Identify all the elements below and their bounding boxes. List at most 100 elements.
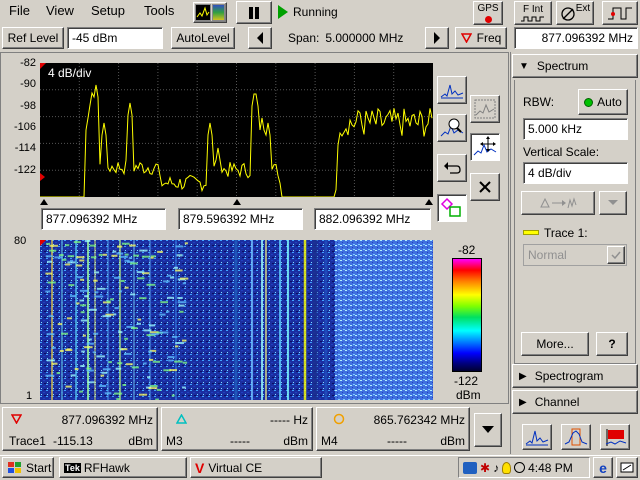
ref-level-input[interactable]: -45 dBm xyxy=(67,27,163,49)
taskbar-app-rfhawk[interactable]: Tek RFHawk xyxy=(59,457,187,478)
external-reference-button[interactable]: Ext xyxy=(556,1,594,25)
colorbar-min: -122 xyxy=(454,374,479,388)
rbw-auto-button[interactable]: Auto xyxy=(578,89,628,115)
channel-power-icon xyxy=(564,428,588,446)
start-button[interactable]: Start xyxy=(2,457,54,478)
start-freq-field[interactable]: 877.096392 MHz xyxy=(41,208,166,230)
marker-triangle-icon xyxy=(460,33,472,43)
rbw-input[interactable]: 5.000 kHz xyxy=(523,118,628,140)
no-external-icon xyxy=(561,7,575,21)
trace-mode-select[interactable]: Normal xyxy=(523,244,627,266)
y-tick-label: -90 xyxy=(20,78,36,91)
stop-freq-field[interactable]: 882.096392 MHz xyxy=(314,208,431,230)
readout-name: M3 xyxy=(166,434,183,448)
trigger-icon xyxy=(608,7,632,20)
trigger-button[interactable] xyxy=(602,1,638,25)
gps-status-icon xyxy=(484,15,492,23)
run-status: Running xyxy=(293,5,338,19)
freq-button[interactable]: Freq xyxy=(455,27,507,49)
readout-dropdown-button[interactable] xyxy=(474,413,502,447)
zoom-out-button[interactable] xyxy=(470,95,500,123)
autolevel-button[interactable]: AutoLevel xyxy=(171,27,235,49)
readout-name: Trace1 xyxy=(9,434,46,448)
menu-bar: File View Setup Tools Running GPS F Int … xyxy=(0,0,640,25)
trace-view-button[interactable] xyxy=(437,76,467,104)
display-layout-button[interactable] xyxy=(193,2,227,23)
trace-mode-dropdown[interactable] xyxy=(607,246,625,264)
collapse-triangle-icon: ▼ xyxy=(519,60,529,72)
readout-marker-red-icon xyxy=(11,414,22,424)
readout-m3[interactable]: ----- Hz M3 ----- dBm xyxy=(161,407,313,451)
center-freq-input[interactable]: 877.096392 MHz xyxy=(514,27,638,49)
help-button[interactable]: ? xyxy=(596,332,628,356)
center-freq-marker-icon xyxy=(233,199,241,205)
taskbar-app-label: RFHawk xyxy=(83,460,130,475)
readout-value: -115.13 xyxy=(53,434,93,448)
desktop-button[interactable] xyxy=(616,457,638,478)
internal-frequency-button[interactable]: F Int xyxy=(514,1,552,25)
trace-action-dropdown[interactable] xyxy=(599,191,627,215)
spectrum-view-button[interactable] xyxy=(522,424,552,450)
volume-icon[interactable]: ♪ xyxy=(493,461,499,475)
notification-bulb-icon[interactable] xyxy=(502,461,512,474)
readout-unit: dBm xyxy=(283,434,308,448)
undo-button[interactable] xyxy=(437,154,467,182)
start-freq-marker-icon xyxy=(40,199,48,205)
menu-view[interactable]: View xyxy=(46,3,74,18)
usb-icon[interactable]: ✱ xyxy=(480,461,490,475)
taskbar-app-virtualce[interactable]: V Virtual CE xyxy=(190,457,322,478)
spectrum-plot[interactable] xyxy=(40,63,433,197)
spectrogram-plot[interactable] xyxy=(40,240,433,400)
play-icon xyxy=(278,5,288,19)
mask-flag-icon xyxy=(605,429,627,446)
readout-value: ----- xyxy=(230,434,250,448)
readout-name: M4 xyxy=(321,434,338,448)
close-plot-button[interactable] xyxy=(470,173,500,201)
trace-action-button[interactable] xyxy=(521,191,595,215)
pan-button[interactable] xyxy=(470,133,500,161)
zoom-box-icon xyxy=(474,99,496,119)
channel-power-button[interactable] xyxy=(561,424,591,450)
colorbar xyxy=(452,258,482,372)
vertical-scale-input[interactable]: 4 dB/div xyxy=(523,162,628,184)
pan-icon xyxy=(473,136,497,156)
menu-tools[interactable]: Tools xyxy=(144,3,174,18)
more-button[interactable]: More... xyxy=(521,332,589,356)
readout-marker-cyan-icon xyxy=(176,414,187,424)
spectrum-section-header[interactable]: ▼ Spectrum xyxy=(512,54,638,78)
readout-freq: 877.096392 MHz xyxy=(61,413,153,427)
scale-label: 4 dB/div xyxy=(48,66,92,80)
readout-marker-orange-icon xyxy=(333,413,345,425)
zoom-button[interactable] xyxy=(437,114,467,142)
taskbar-clock[interactable]: 4:48 PM xyxy=(528,461,573,475)
fint-label: F Int xyxy=(522,3,543,15)
stop-freq-marker-icon xyxy=(425,199,433,205)
span-label: Span: xyxy=(288,31,320,45)
ie-button[interactable]: e xyxy=(593,457,613,478)
readout-unit: dBm xyxy=(440,434,465,448)
span-increase-button[interactable] xyxy=(425,27,449,49)
network-icon[interactable] xyxy=(463,461,477,474)
browser-icon: e xyxy=(599,459,607,476)
menu-setup[interactable]: Setup xyxy=(91,3,125,18)
spectrogram-section-header[interactable]: ▶ Spectrogram xyxy=(512,364,638,388)
layout-spectrogram-icon xyxy=(212,4,225,21)
mask-button[interactable] xyxy=(600,424,630,450)
ref-level-button[interactable]: Ref Level xyxy=(2,27,64,49)
readout-trace1[interactable]: 877.096392 MHz Trace1 -115.13 dBm xyxy=(2,407,158,451)
y-tick-label: -122 xyxy=(13,163,36,176)
span-decrease-button[interactable] xyxy=(248,27,272,49)
waveform-icon xyxy=(521,16,544,21)
start-label: Start xyxy=(26,460,52,475)
pause-button[interactable] xyxy=(236,1,272,24)
chevron-right-icon xyxy=(434,32,440,44)
tek-logo-icon: Tek xyxy=(64,462,81,473)
center-freq-field[interactable]: 879.596392 MHz xyxy=(178,208,303,230)
menu-file[interactable]: File xyxy=(9,3,30,18)
gps-button[interactable]: GPS xyxy=(473,1,503,25)
expand-triangle-icon: ▶ xyxy=(519,370,527,382)
channel-section-header[interactable]: ▶ Channel xyxy=(512,390,638,414)
desktop-icon xyxy=(620,462,634,472)
readout-m4[interactable]: 865.762342 MHz M4 ----- dBm xyxy=(316,407,470,451)
marker-mode-button[interactable] xyxy=(437,194,467,222)
